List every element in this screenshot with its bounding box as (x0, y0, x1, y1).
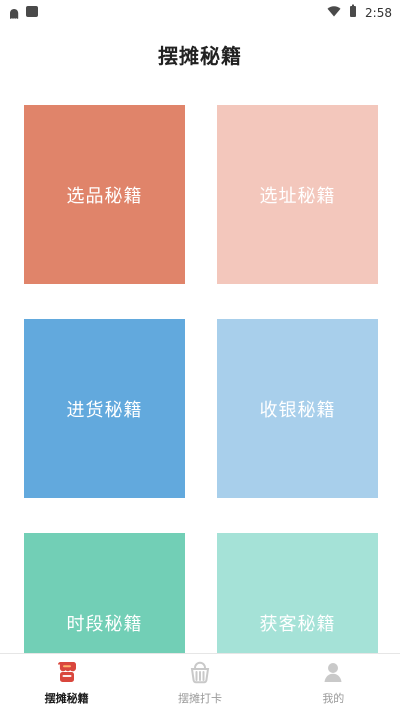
wifi-icon (327, 5, 341, 20)
nav-item-baitan-daka[interactable]: 摆摊打卡 (140, 654, 260, 710)
status-left (8, 5, 38, 19)
tile-xuanpin[interactable]: 选品秘籍 (24, 105, 185, 284)
tile-shouyin[interactable]: 收银秘籍 (217, 319, 378, 498)
basket-icon (186, 658, 214, 686)
battery-icon (349, 4, 357, 21)
notification-square-icon (26, 5, 38, 17)
stall-icon (53, 658, 81, 686)
stall-icon-highlight (62, 665, 71, 668)
nav-item-baitan-miji[interactable]: 摆摊秘籍 (7, 654, 127, 710)
person-icon (319, 658, 347, 686)
basket-handle (193, 661, 206, 669)
status-right: 2:58 (327, 4, 392, 21)
tile-huoke[interactable]: 获客秘籍 (217, 533, 378, 654)
basket-lines (195, 671, 205, 681)
page-title: 摆摊秘籍 (158, 43, 242, 68)
tile-xuanzhi[interactable]: 选址秘籍 (217, 105, 378, 284)
notification-ghost-icon (8, 5, 20, 19)
tile-label: 选址秘籍 (259, 185, 336, 207)
tile-label: 收银秘籍 (259, 399, 336, 421)
tile-label: 进货秘籍 (66, 399, 143, 421)
tiles-grid: 选品秘籍 选址秘籍 进货秘籍 收银秘籍 时段秘籍 获客秘籍 (0, 84, 400, 654)
status-time: 2:58 (365, 5, 392, 20)
nav-label-baitan-miji: 摆摊秘籍 (44, 692, 89, 705)
tile-jinhuo[interactable]: 进货秘籍 (24, 319, 185, 498)
tile-shiduan[interactable]: 时段秘籍 (24, 533, 185, 654)
nav-item-wode[interactable]: 我的 (273, 654, 393, 710)
app-header: 摆摊秘籍 (0, 24, 400, 84)
nav-label-baitan-daka: 摆摊打卡 (177, 692, 222, 705)
status-bar: 2:58 (0, 0, 400, 24)
nav-label-wode: 我的 (322, 692, 345, 705)
person-head (328, 663, 339, 673)
stall-icon-line (62, 675, 72, 677)
tile-label: 选品秘籍 (66, 185, 143, 207)
tile-label: 获客秘籍 (259, 613, 336, 635)
bottom-nav: 摆摊秘籍 摆摊打卡 我的 (0, 653, 400, 710)
person-body (324, 673, 342, 682)
tile-label: 时段秘籍 (66, 613, 143, 635)
